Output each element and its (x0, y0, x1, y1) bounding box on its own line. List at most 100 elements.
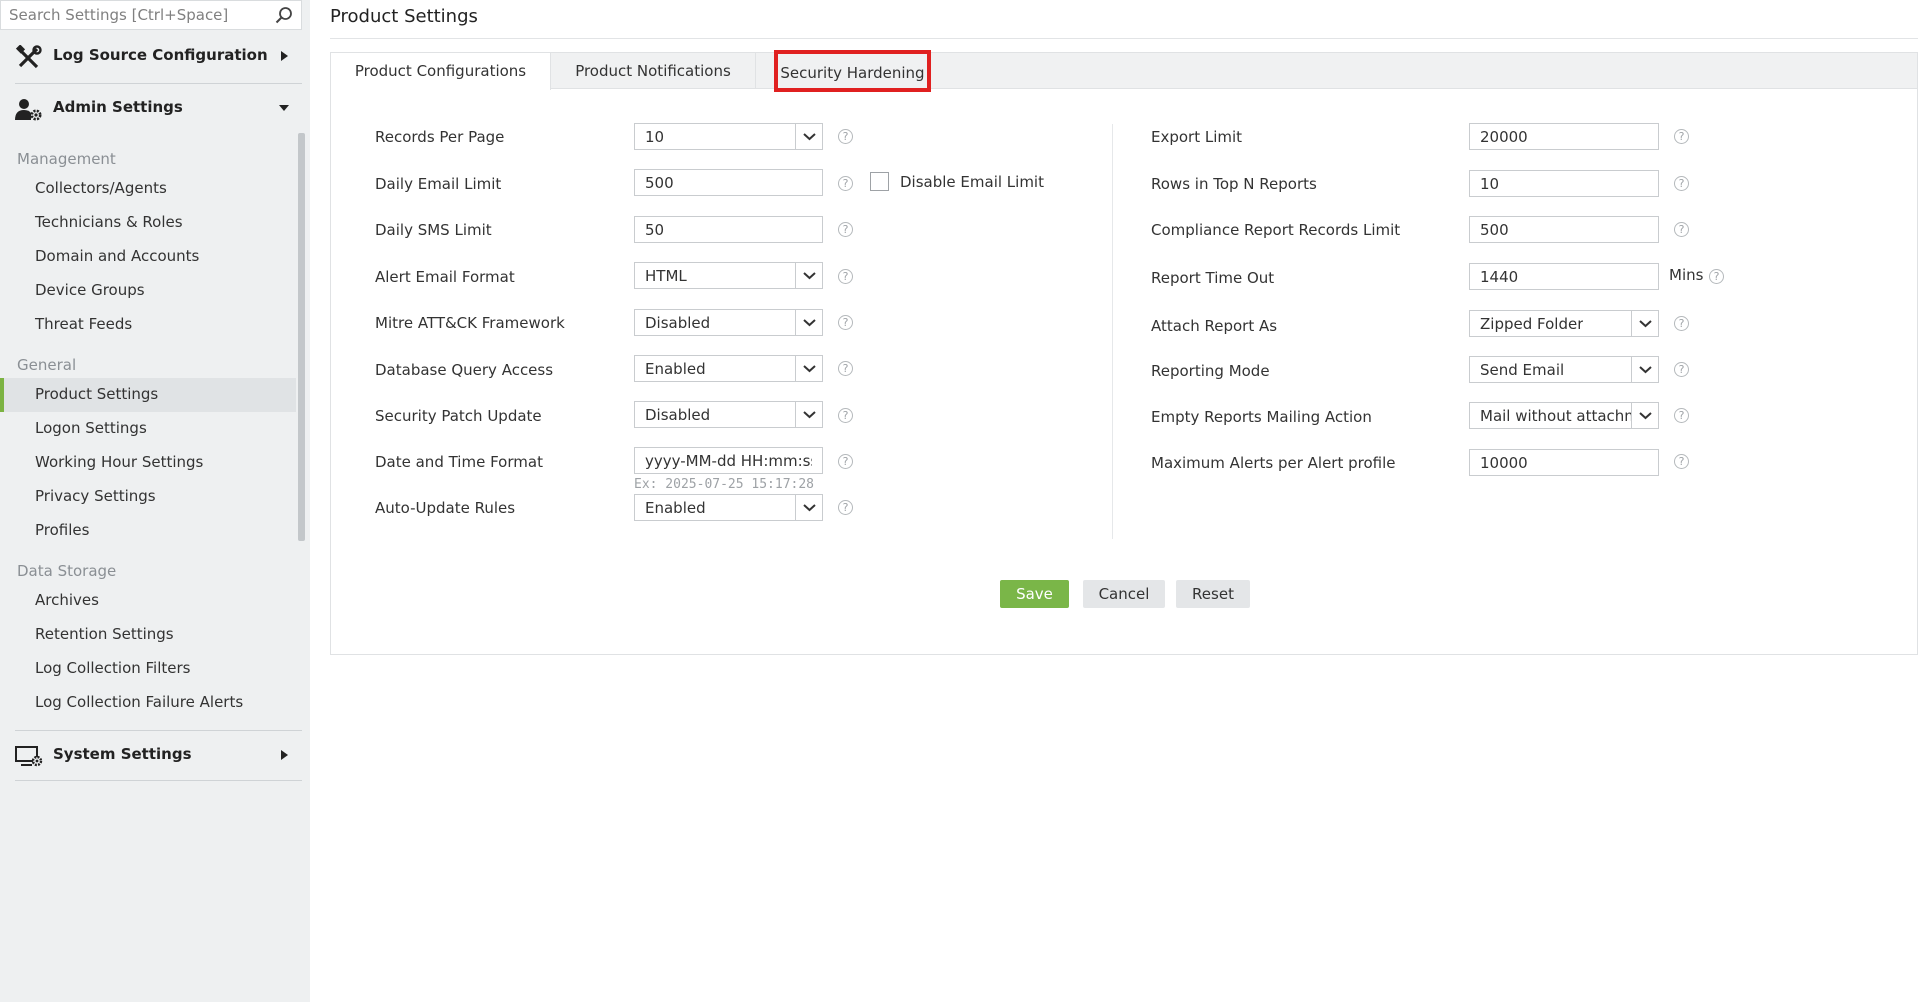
help-icon[interactable]: ? (1674, 362, 1689, 377)
help-icon[interactable]: ? (838, 315, 853, 330)
save-button[interactable]: Save (1000, 580, 1069, 608)
sidebar-item-label: Domain and Accounts (35, 247, 200, 265)
chevron-down-icon[interactable] (1631, 403, 1658, 428)
help-icon[interactable]: ? (1674, 129, 1689, 144)
reporting-mode-label: Reporting Mode (1151, 362, 1270, 380)
sidebar-item-log-collection-filters[interactable]: Log Collection Filters (0, 652, 296, 686)
attach-report-label: Attach Report As (1151, 317, 1278, 335)
auto-update-rules-select[interactable]: Enabled (634, 494, 823, 521)
sidebar-item-retention-settings[interactable]: Retention Settings (0, 618, 296, 652)
help-icon[interactable]: ? (838, 500, 853, 515)
sidebar-item-log-collection-failure-alerts[interactable]: Log Collection Failure Alerts (0, 686, 296, 720)
chevron-down-icon[interactable] (795, 124, 822, 149)
divider (330, 38, 1918, 39)
search-input[interactable] (7, 4, 269, 26)
security-patch-update-select[interactable]: Disabled (634, 401, 823, 428)
tab-security-hardening[interactable]: Security Hardening (774, 50, 931, 92)
help-icon[interactable]: ? (838, 454, 853, 469)
sidebar-item-privacy-settings[interactable]: Privacy Settings (0, 480, 296, 514)
daily-sms-limit-input[interactable] (634, 216, 823, 243)
reporting-mode-select[interactable]: Send Email (1469, 356, 1659, 383)
reset-button[interactable]: Reset (1176, 580, 1250, 608)
help-icon[interactable]: ? (1674, 454, 1689, 469)
records-per-page-select[interactable]: 10 (634, 123, 823, 150)
sidebar-item-logon-settings[interactable]: Logon Settings (0, 412, 296, 446)
section-system-settings[interactable]: System Settings (0, 732, 302, 780)
sidebar-item-label: Technicians & Roles (35, 213, 183, 231)
sidebar-item-domain-accounts[interactable]: Domain and Accounts (0, 240, 296, 274)
sidebar-item-label: Device Groups (35, 281, 145, 299)
tab-product-notifications[interactable]: Product Notifications (551, 53, 756, 89)
help-icon[interactable]: ? (1674, 222, 1689, 237)
report-timeout-input[interactable] (1469, 263, 1659, 290)
daily-email-limit-label: Daily Email Limit (375, 175, 502, 193)
disable-email-limit-label: Disable Email Limit (900, 173, 1044, 191)
chevron-down-icon[interactable] (795, 310, 822, 335)
help-icon[interactable]: ? (838, 361, 853, 376)
chevron-down-icon[interactable] (795, 402, 822, 427)
max-alerts-input[interactable] (1469, 449, 1659, 476)
caret-right-icon (281, 51, 288, 61)
section-admin-settings[interactable]: Admin Settings (0, 85, 302, 133)
export-limit-input[interactable] (1469, 123, 1659, 150)
sidebar-item-collectors-agents[interactable]: Collectors/Agents (0, 172, 296, 206)
disable-email-limit-checkbox[interactable] (870, 172, 889, 191)
group-title-data-storage: Data Storage (17, 562, 117, 580)
chevron-down-icon[interactable] (795, 495, 822, 520)
section-log-source-configuration[interactable]: Log Source Configuration (0, 33, 302, 81)
chevron-down-icon[interactable] (795, 356, 822, 381)
chevron-down-icon[interactable] (795, 263, 822, 288)
tab-product-configurations[interactable]: Product Configurations (331, 53, 551, 90)
attach-report-select[interactable]: Zipped Folder (1469, 310, 1659, 337)
search-icon[interactable] (275, 6, 293, 24)
help-icon[interactable]: ? (1674, 408, 1689, 423)
database-query-access-select[interactable]: Enabled (634, 355, 823, 382)
help-icon[interactable]: ? (838, 269, 853, 284)
auto-update-rules-label: Auto-Update Rules (375, 499, 516, 517)
sidebar-item-label: Product Settings (35, 385, 159, 403)
report-timeout-unit: Mins (1669, 266, 1704, 284)
mitre-attck-label: Mitre ATT&CK Framework (375, 314, 565, 332)
sidebar-item-product-settings[interactable]: Product Settings (0, 378, 296, 412)
select-value: Send Email (1480, 361, 1565, 379)
divider (15, 730, 302, 731)
help-icon[interactable]: ? (838, 222, 853, 237)
sidebar-item-label: Working Hour Settings (35, 453, 204, 471)
sidebar-item-profiles[interactable]: Profiles (0, 514, 296, 548)
help-icon[interactable]: ? (838, 408, 853, 423)
help-icon[interactable]: ? (1709, 269, 1724, 284)
compliance-limit-input[interactable] (1469, 216, 1659, 243)
sidebar: Log Source Configuration Admin Settings … (0, 0, 310, 1002)
caret-down-icon (279, 105, 289, 111)
help-icon[interactable]: ? (838, 129, 853, 144)
select-value: 10 (645, 128, 665, 146)
column-divider (1112, 124, 1113, 539)
date-time-format-input[interactable] (634, 447, 823, 474)
date-time-format-label: Date and Time Format (375, 453, 543, 471)
sidebar-item-archives[interactable]: Archives (0, 584, 296, 618)
alert-email-format-select[interactable]: HTML (634, 262, 823, 289)
section-label: Admin Settings (53, 98, 183, 116)
sidebar-scrollbar[interactable] (298, 133, 305, 541)
sidebar-item-working-hour-settings[interactable]: Working Hour Settings (0, 446, 296, 480)
chevron-down-icon[interactable] (1631, 311, 1658, 336)
chevron-down-icon[interactable] (1631, 357, 1658, 382)
sidebar-item-label: Log Collection Failure Alerts (35, 693, 244, 711)
sidebar-item-threat-feeds[interactable]: Threat Feeds (0, 308, 296, 342)
mitre-attck-select[interactable]: Disabled (634, 309, 823, 336)
help-icon[interactable]: ? (1674, 316, 1689, 331)
date-format-example: Ex: 2025-07-25 15:17:28 (634, 477, 815, 492)
cancel-button[interactable]: Cancel (1083, 580, 1165, 608)
select-value: Mail without attachm (1480, 407, 1632, 425)
daily-email-limit-input[interactable] (634, 169, 823, 196)
alert-email-format-label: Alert Email Format (375, 268, 515, 286)
report-timeout-label: Report Time Out (1151, 269, 1275, 287)
tab-bar: Product Configurations Product Notificat… (331, 50, 1917, 92)
section-label: System Settings (53, 745, 192, 763)
empty-reports-select[interactable]: Mail without attachm (1469, 402, 1659, 429)
help-icon[interactable]: ? (1674, 176, 1689, 191)
rows-top-n-input[interactable] (1469, 170, 1659, 197)
sidebar-item-technicians-roles[interactable]: Technicians & Roles (0, 206, 296, 240)
help-icon[interactable]: ? (838, 176, 853, 191)
sidebar-item-device-groups[interactable]: Device Groups (0, 274, 296, 308)
